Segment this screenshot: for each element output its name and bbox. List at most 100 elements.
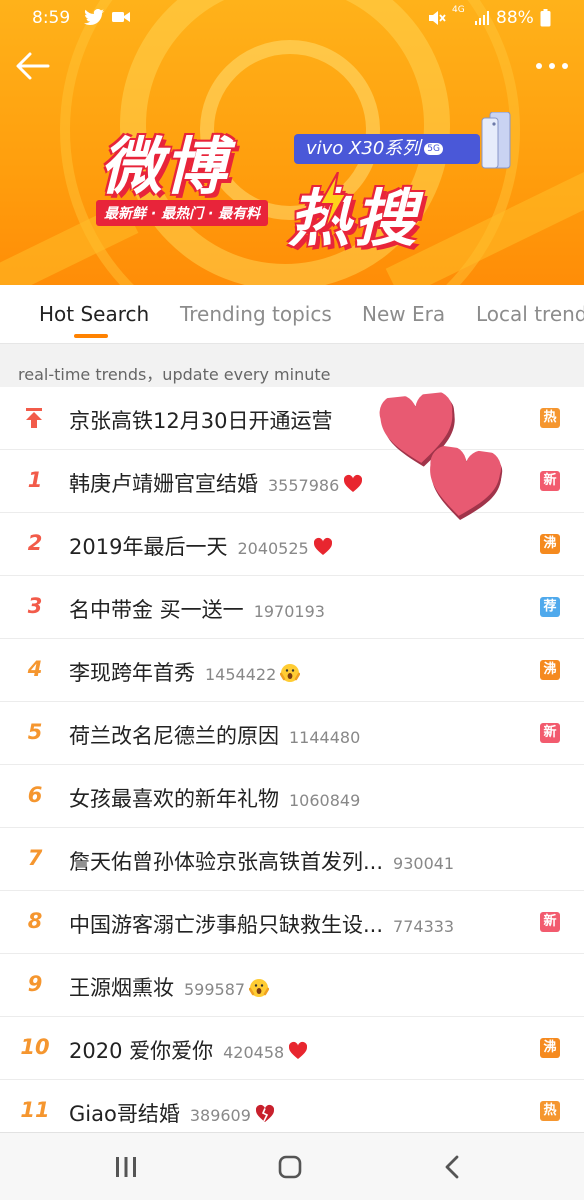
hot-search-banner: 8:59 4G 88% 微博 热搜 最新鲜 · 最热门 · 最有料 vivo X… [0, 0, 584, 285]
list-item-title: 名中带金 买一送一 1970193 [69, 594, 325, 624]
heart-icon [344, 474, 363, 492]
scream-face-icon [249, 979, 270, 997]
back-icon[interactable] [438, 1153, 468, 1181]
search-count: 420458 [223, 1043, 285, 1062]
search-count: 1970193 [253, 602, 325, 621]
tab-trending-topics[interactable]: Trending topics [180, 302, 332, 326]
home-icon[interactable] [275, 1153, 305, 1181]
search-count: 389609 [189, 1106, 251, 1125]
new-badge: 新 [540, 912, 560, 932]
hot-search-title-art: 微博 热搜 最新鲜 · 最热门 · 最有料 vivo X30系列 5G [88, 112, 511, 255]
search-count: 1144480 [289, 728, 361, 747]
list-item-title: 2019年最后一天 2040525 [69, 531, 333, 561]
topic-text: 京张高铁12月30日开通运营 [69, 409, 333, 433]
rank-number: 2 [27, 531, 43, 555]
rank-number: 1 [27, 468, 43, 492]
search-count: 930041 [393, 854, 455, 873]
search-count: 2040525 [237, 539, 309, 558]
hot-badge: 热 [540, 408, 560, 428]
search-count: 3557986 [268, 476, 340, 495]
topic-text: 韩庚卢靖姗官宣结婚 [69, 472, 258, 496]
update-notice: real-time trends，update every minute [0, 343, 584, 387]
signal-icon [475, 11, 489, 25]
list-item[interactable]: 3 名中带金 买一送一 1970193 荐 [0, 576, 584, 639]
scream-face-icon [280, 664, 301, 682]
hot-badge: 热 [540, 1101, 560, 1121]
list-item-title: 2020 爱你爱你 420458 [69, 1035, 308, 1065]
list-item[interactable]: 5 荷兰改名尼德兰的原因 1144480 新 [0, 702, 584, 765]
battery-percent: 88% [496, 8, 534, 28]
list-item-title: 荷兰改名尼德兰的原因 1144480 [69, 720, 360, 750]
tab-hot-search[interactable]: Hot Search [39, 302, 149, 326]
topic-text: Giao哥结婚 [69, 1102, 180, 1126]
rank-number: 3 [27, 594, 43, 618]
rank-number: 6 [27, 783, 43, 807]
list-item-title: 詹天佑曾孙体验京张高铁首发列... 930041 [69, 846, 454, 876]
list-item[interactable]: 6 女孩最喜欢的新年礼物 1060849 [0, 765, 584, 828]
pin-top-icon [26, 408, 42, 428]
topic-text: 2019年最后一天 [69, 535, 228, 559]
new-badge: 新 [540, 723, 560, 743]
rank-number: 4 [27, 657, 43, 681]
list-item-title: 京张高铁12月30日开通运营 [69, 405, 332, 435]
list-item[interactable]: 4 李现跨年首秀 1454422 沸 [0, 639, 584, 702]
list-item[interactable]: 2 2019年最后一天 2040525 沸 [0, 513, 584, 576]
rank-number: 10 [20, 1035, 50, 1059]
video-camera-icon [112, 12, 130, 22]
status-time: 8:59 [32, 8, 71, 28]
list-item[interactable]: 8 中国游客溺亡涉事船只缺救生设... 774333 新 [0, 891, 584, 954]
banner-title-weibo: 微博 [100, 130, 229, 203]
rank-number: 7 [27, 846, 43, 870]
search-count: 1454422 [205, 665, 277, 684]
recommended-badge: 荐 [540, 597, 560, 617]
list-item-title: 女孩最喜欢的新年礼物 1060849 [69, 783, 360, 813]
search-count: 1060849 [289, 791, 361, 810]
topic-text: 女孩最喜欢的新年礼物 [69, 787, 279, 811]
list-item-title: 王源烟熏妆 599587 [69, 972, 270, 1002]
list-item-title: Giao哥结婚 389609 [69, 1098, 275, 1128]
recent-apps-icon[interactable] [111, 1153, 141, 1181]
topic-text: 中国游客溺亡涉事船只缺救生设... [69, 913, 384, 937]
list-item-title: 中国游客溺亡涉事船只缺救生设... 774333 [69, 909, 454, 939]
topic-text: 李现跨年首秀 [69, 661, 195, 685]
sponsor-badge: vivo X30系列 5G [294, 134, 480, 164]
twitter-icon [84, 9, 104, 25]
tab-local-trends[interactable]: Local trends [476, 302, 584, 326]
status-bar: 8:59 4G 88% [0, 0, 584, 38]
search-count: 599587 [184, 980, 246, 999]
new-badge: 新 [540, 471, 560, 491]
system-navigation-bar [0, 1132, 584, 1200]
update-notice-text: real-time trends，update every minute [18, 365, 331, 384]
topic-text: 名中带金 买一送一 [69, 598, 244, 622]
phone-illustration-icon [481, 112, 511, 169]
boiling-badge: 沸 [540, 660, 560, 680]
lightning-bolt-icon [318, 172, 348, 232]
network-type: 4G [452, 5, 465, 15]
list-item[interactable]: 9 王源烟熏妆 599587 [0, 954, 584, 1017]
five-g-badge: 5G [424, 143, 443, 155]
topic-text: 2020 爱你爱你 [69, 1039, 214, 1063]
rank-number: 11 [20, 1098, 50, 1122]
list-item-pinned[interactable]: 京张高铁12月30日开通运营 热 [0, 387, 584, 450]
back-arrow-icon[interactable] [14, 50, 50, 82]
heart-icon [289, 1041, 308, 1059]
more-options-icon[interactable] [532, 52, 572, 80]
mute-icon [429, 11, 446, 25]
tab-bar: Hot Search Trending topics New Era Local… [0, 285, 584, 343]
boiling-badge: 沸 [540, 1038, 560, 1058]
topic-text: 詹天佑曾孙体验京张高铁首发列... [69, 850, 384, 874]
topic-text: 王源烟熏妆 [69, 976, 174, 1000]
list-item-title: 李现跨年首秀 1454422 [69, 657, 301, 687]
banner-slogan: 最新鲜 · 最热门 · 最有料 [96, 200, 269, 226]
broken-heart-icon [255, 1104, 275, 1122]
search-count: 774333 [393, 917, 455, 936]
list-item[interactable]: 7 詹天佑曾孙体验京张高铁首发列... 930041 [0, 828, 584, 891]
list-item-title: 韩庚卢靖姗官宣结婚 3557986 [69, 468, 363, 498]
sponsor-name: vivo X30系列 [306, 138, 421, 159]
list-item[interactable]: 10 2020 爱你爱你 420458 沸 [0, 1017, 584, 1080]
tab-new-era[interactable]: New Era [362, 302, 445, 326]
heart-sticker-icon [430, 445, 503, 520]
battery-icon [540, 9, 551, 27]
rank-number: 5 [27, 720, 43, 744]
heart-icon [313, 537, 332, 555]
